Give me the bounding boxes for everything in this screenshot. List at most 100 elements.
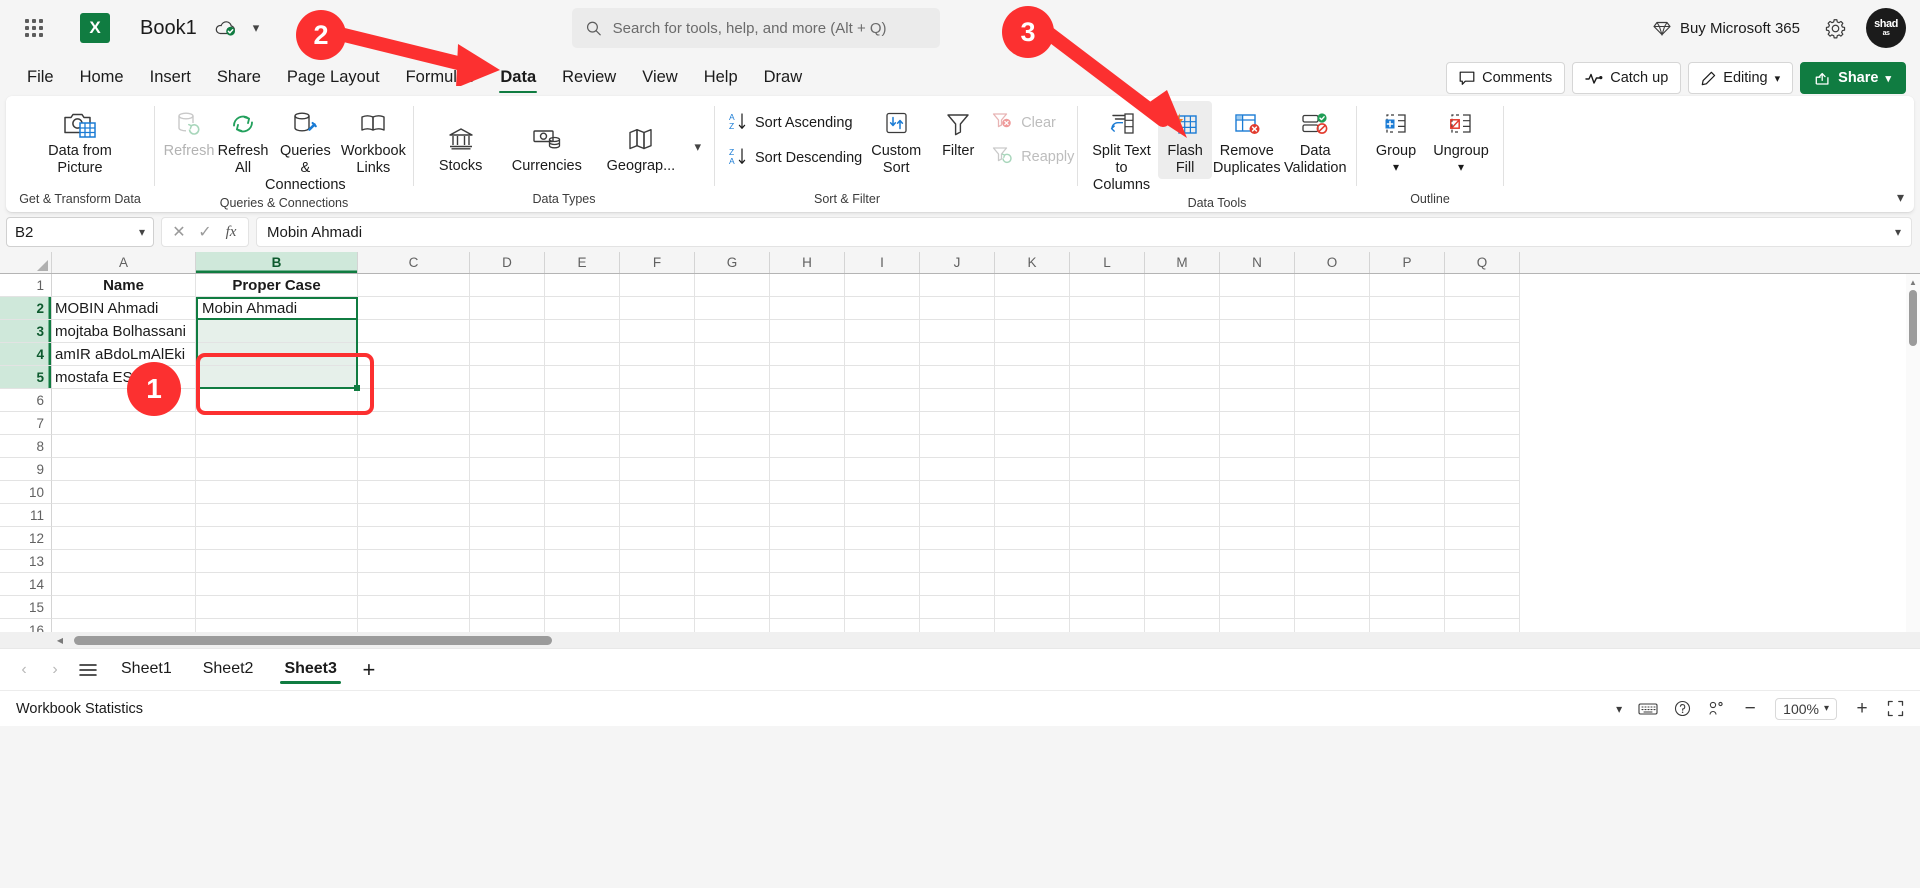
cell-Q5[interactable] bbox=[1445, 366, 1520, 389]
row-header-7[interactable]: 7 bbox=[0, 412, 52, 435]
accessibility-icon[interactable] bbox=[1707, 701, 1725, 717]
cell-E5[interactable] bbox=[545, 366, 620, 389]
cell-N6[interactable] bbox=[1220, 389, 1295, 412]
cell-E10[interactable] bbox=[545, 481, 620, 504]
cell-M5[interactable] bbox=[1145, 366, 1220, 389]
cell-B11[interactable] bbox=[196, 504, 358, 527]
cell-L11[interactable] bbox=[1070, 504, 1145, 527]
sheet-prev-arrow-icon[interactable]: ‹ bbox=[10, 656, 38, 684]
column-header-N[interactable]: N bbox=[1220, 252, 1295, 273]
cell-J7[interactable] bbox=[920, 412, 995, 435]
cell-Q14[interactable] bbox=[1445, 573, 1520, 596]
row-header-5[interactable]: 5 bbox=[0, 366, 52, 389]
cell-Q4[interactable] bbox=[1445, 343, 1520, 366]
cell-I14[interactable] bbox=[845, 573, 920, 596]
cell-I15[interactable] bbox=[845, 596, 920, 619]
cell-G9[interactable] bbox=[695, 458, 770, 481]
cell-Q3[interactable] bbox=[1445, 320, 1520, 343]
cell-J15[interactable] bbox=[920, 596, 995, 619]
cell-J11[interactable] bbox=[920, 504, 995, 527]
buy-microsoft-365-button[interactable]: Buy Microsoft 365 bbox=[1643, 14, 1810, 43]
cell-C15[interactable] bbox=[358, 596, 470, 619]
cell-G13[interactable] bbox=[695, 550, 770, 573]
cell-J6[interactable] bbox=[920, 389, 995, 412]
cell-Q8[interactable] bbox=[1445, 435, 1520, 458]
cell-L10[interactable] bbox=[1070, 481, 1145, 504]
column-header-O[interactable]: O bbox=[1295, 252, 1370, 273]
row-header-1[interactable]: 1 bbox=[0, 274, 52, 297]
cell-P3[interactable] bbox=[1370, 320, 1445, 343]
tab-help[interactable]: Help bbox=[691, 63, 751, 96]
cell-H5[interactable] bbox=[770, 366, 845, 389]
cell-O9[interactable] bbox=[1295, 458, 1370, 481]
cell-N8[interactable] bbox=[1220, 435, 1295, 458]
cell-K14[interactable] bbox=[995, 573, 1070, 596]
app-launcher-icon[interactable] bbox=[14, 8, 54, 48]
cell-M10[interactable] bbox=[1145, 481, 1220, 504]
cell-G7[interactable] bbox=[695, 412, 770, 435]
cell-L14[interactable] bbox=[1070, 573, 1145, 596]
cell-E11[interactable] bbox=[545, 504, 620, 527]
cell-O7[interactable] bbox=[1295, 412, 1370, 435]
cell-C8[interactable] bbox=[358, 435, 470, 458]
cell-K11[interactable] bbox=[995, 504, 1070, 527]
tab-view[interactable]: View bbox=[629, 63, 690, 96]
cell-P7[interactable] bbox=[1370, 412, 1445, 435]
flash-fill-button[interactable]: Flash Fill bbox=[1158, 101, 1213, 180]
cell-H13[interactable] bbox=[770, 550, 845, 573]
cell-G3[interactable] bbox=[695, 320, 770, 343]
cell-H9[interactable] bbox=[770, 458, 845, 481]
cell-H11[interactable] bbox=[770, 504, 845, 527]
cell-B13[interactable] bbox=[196, 550, 358, 573]
cell-I8[interactable] bbox=[845, 435, 920, 458]
cell-O12[interactable] bbox=[1295, 527, 1370, 550]
cell-H1[interactable] bbox=[770, 274, 845, 297]
confirm-icon[interactable]: ✓ bbox=[194, 220, 216, 244]
cell-P4[interactable] bbox=[1370, 343, 1445, 366]
cell-Q10[interactable] bbox=[1445, 481, 1520, 504]
split-text-to-columns-button[interactable]: Split Text to Columns bbox=[1085, 101, 1158, 196]
cell-F14[interactable] bbox=[620, 573, 695, 596]
cell-B9[interactable] bbox=[196, 458, 358, 481]
cell-M4[interactable] bbox=[1145, 343, 1220, 366]
cell-Q6[interactable] bbox=[1445, 389, 1520, 412]
cell-Q12[interactable] bbox=[1445, 527, 1520, 550]
cell-K3[interactable] bbox=[995, 320, 1070, 343]
title-menu-chevron-down-icon[interactable]: ▾ bbox=[253, 20, 260, 36]
cell-E6[interactable] bbox=[545, 389, 620, 412]
cell-H3[interactable] bbox=[770, 320, 845, 343]
tab-insert[interactable]: Insert bbox=[137, 63, 204, 96]
cell-D7[interactable] bbox=[470, 412, 545, 435]
cell-J13[interactable] bbox=[920, 550, 995, 573]
fullscreen-icon[interactable] bbox=[1887, 700, 1904, 717]
ribbon-collapse-chevron-down-icon[interactable]: ▾ bbox=[1897, 189, 1904, 206]
cell-O13[interactable] bbox=[1295, 550, 1370, 573]
cell-M14[interactable] bbox=[1145, 573, 1220, 596]
cell-I10[interactable] bbox=[845, 481, 920, 504]
column-header-H[interactable]: H bbox=[770, 252, 845, 273]
name-box-chevron-down-icon[interactable]: ▾ bbox=[139, 225, 145, 239]
cell-B7[interactable] bbox=[196, 412, 358, 435]
cell-N11[interactable] bbox=[1220, 504, 1295, 527]
cell-B6[interactable] bbox=[196, 389, 358, 412]
cell-M6[interactable] bbox=[1145, 389, 1220, 412]
cell-N10[interactable] bbox=[1220, 481, 1295, 504]
cell-M1[interactable] bbox=[1145, 274, 1220, 297]
cell-I11[interactable] bbox=[845, 504, 920, 527]
sheet-tab-sheet3[interactable]: Sheet3 bbox=[270, 656, 350, 684]
cell-L3[interactable] bbox=[1070, 320, 1145, 343]
cell-K7[interactable] bbox=[995, 412, 1070, 435]
geography-button[interactable]: Geograp... bbox=[593, 116, 688, 177]
cell-M9[interactable] bbox=[1145, 458, 1220, 481]
tab-draw[interactable]: Draw bbox=[751, 63, 816, 96]
cell-D3[interactable] bbox=[470, 320, 545, 343]
row-header-4[interactable]: 4 bbox=[0, 343, 52, 366]
all-sheets-menu-icon[interactable] bbox=[72, 656, 104, 684]
user-avatar[interactable]: shad as bbox=[1866, 8, 1906, 48]
cell-D4[interactable] bbox=[470, 343, 545, 366]
cell-B8[interactable] bbox=[196, 435, 358, 458]
cell-P14[interactable] bbox=[1370, 573, 1445, 596]
cell-C9[interactable] bbox=[358, 458, 470, 481]
cell-E15[interactable] bbox=[545, 596, 620, 619]
cell-D14[interactable] bbox=[470, 573, 545, 596]
